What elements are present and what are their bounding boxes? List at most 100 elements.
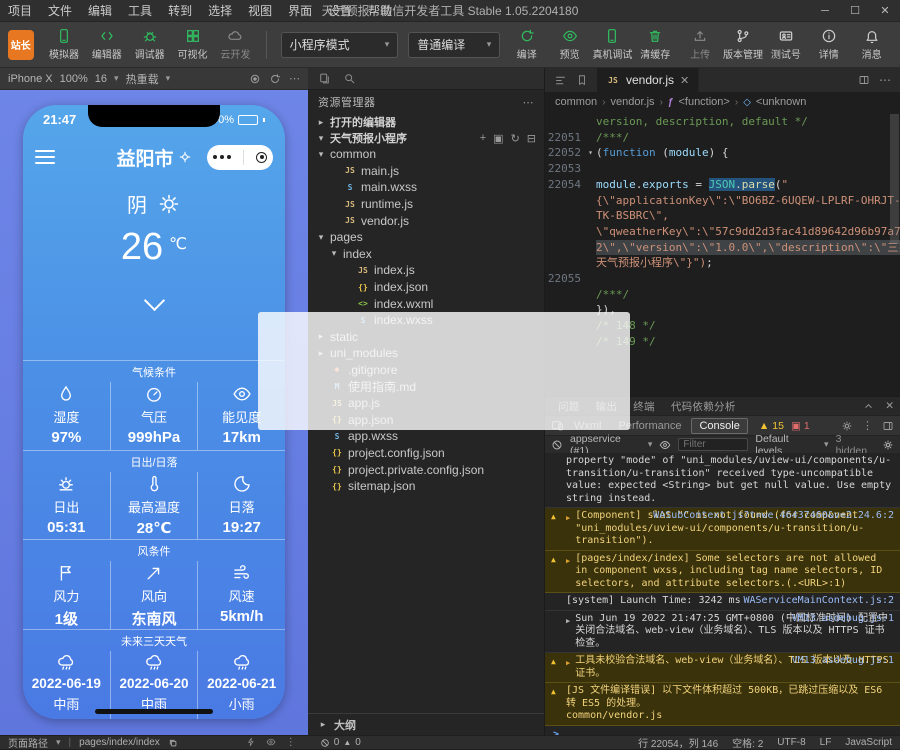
outline-header[interactable]: ▸ 大纲 — [308, 713, 544, 735]
tree-folder[interactable]: ▾common — [308, 146, 544, 163]
tree-item[interactable]: JSruntime.js — [308, 196, 544, 213]
debugger-panel-button[interactable]: 调试器 — [129, 28, 170, 61]
record-icon[interactable] — [249, 73, 261, 85]
gear-icon[interactable] — [882, 439, 894, 451]
dock-icon[interactable] — [882, 420, 894, 432]
zoom-select[interactable]: 100% — [60, 73, 88, 85]
split-editor-icon[interactable] — [858, 74, 870, 86]
source-link[interactable]: WAServiceMainContext.js:2 — [743, 595, 894, 608]
kebab-icon[interactable]: ⋮ — [862, 419, 873, 432]
account-avatar[interactable]: 站长 — [8, 30, 34, 60]
project-root[interactable]: ▾ 天气预报小程序 + ▣ ↻ ⊟ — [308, 130, 544, 146]
test-account-button[interactable]: 测试号 — [765, 28, 806, 61]
source-link[interactable]: VM13 asdebug.js:1 — [792, 613, 894, 626]
mode-select[interactable]: 小程序模式 ▾ — [281, 32, 399, 58]
tab-console[interactable]: Console — [691, 418, 747, 434]
menu-item[interactable]: 帮助 — [360, 2, 400, 19]
tree-folder[interactable]: ▾index — [308, 246, 544, 263]
language-mode[interactable]: JavaScript — [845, 737, 892, 748]
code-line[interactable]: /***/ — [545, 287, 900, 303]
console-message-warn[interactable]: ▲▶[Component] slot "" is not found (for … — [545, 508, 900, 551]
expand-caret-icon[interactable]: ▶ — [566, 613, 570, 651]
console-filter-input[interactable] — [678, 438, 748, 451]
breadcrumb[interactable]: common › vendor.js › ƒ <function> › ◇ <u… — [545, 92, 900, 112]
console-panel[interactable]: property "mode" of "uni_modules/uview-ui… — [545, 453, 900, 735]
maximize-button[interactable]: ☐ — [840, 0, 870, 22]
minimize-button[interactable]: ─ — [810, 0, 840, 22]
code-line[interactable]: 22052▾(function (module) { — [545, 145, 900, 161]
layout-icon[interactable] — [554, 74, 567, 87]
console-message-log[interactable]: ▶Sun Jun 19 2022 21:47:25 GMT+0800 (中国标准… — [545, 611, 900, 654]
menu-item[interactable]: 设置 — [320, 2, 360, 19]
code-line[interactable]: 22055 — [545, 271, 900, 287]
code-line[interactable]: TK-BSBRC\", — [545, 208, 900, 224]
close-icon[interactable]: ✕ — [680, 74, 689, 87]
close-button[interactable]: ✕ — [870, 0, 900, 22]
breadcrumb-item[interactable]: common — [555, 96, 597, 108]
problem-counts[interactable]: 0 ▲ 0 — [320, 737, 361, 748]
indentation[interactable]: 空格: 2 — [732, 735, 763, 750]
expand-caret-icon[interactable]: ▶ — [566, 655, 570, 680]
warning-count-badge[interactable]: ▲15 — [759, 420, 784, 432]
tree-item[interactable]: JSindex.js — [308, 262, 544, 279]
details-button[interactable]: 详情 — [808, 28, 849, 61]
code-line[interactable]: \"qweatherKey\":\"57c9dd2d3fac41d89642d9… — [545, 224, 900, 240]
menu-item[interactable]: 转到 — [160, 2, 200, 19]
menu-item[interactable]: 编辑 — [80, 2, 120, 19]
more-icon[interactable] — [213, 155, 231, 159]
code-line[interactable]: 天气预报小程序\"}"); — [545, 255, 900, 271]
refresh-icon[interactable]: ↻ — [511, 132, 520, 145]
tab-terminal[interactable]: 终端 — [626, 399, 662, 414]
code-line[interactable]: {\"applicationKey\":\"BO6BZ-6UQEW-LPLRF-… — [545, 193, 900, 209]
clear-console-icon[interactable] — [551, 439, 563, 451]
kebab-icon[interactable]: ⋮ — [286, 737, 296, 748]
city-title[interactable]: 益阳市 — [116, 144, 173, 171]
device-select[interactable]: iPhone X — [8, 73, 53, 85]
console-message-warn[interactable]: ▲[JS 文件编译错误] 以下文件体积超过 500KB，已跳过压缩以及 ES6 … — [545, 683, 900, 726]
tree-item[interactable]: JSmain.js — [308, 163, 544, 180]
tree-item[interactable]: <>index.wxml — [308, 295, 544, 312]
breadcrumb-item[interactable]: vendor.js — [611, 96, 655, 108]
hot-reload-toggle[interactable]: 热重载 — [126, 71, 159, 87]
clear-cache-button[interactable]: 清缓存 — [635, 28, 676, 61]
compile-button[interactable]: 编译 — [506, 28, 547, 61]
collapse-all-icon[interactable]: ⊟ — [527, 132, 536, 145]
search-icon[interactable] — [343, 72, 356, 85]
tree-item[interactable]: JSvendor.js — [308, 212, 544, 229]
real-device-debug-button[interactable]: 真机调试 — [592, 28, 633, 61]
console-message-log[interactable]: property "mode" of "uni_modules/uview-ui… — [545, 453, 900, 508]
eol[interactable]: LF — [820, 737, 832, 748]
tree-item[interactable]: {}index.json — [308, 279, 544, 296]
files-icon[interactable] — [318, 72, 331, 85]
new-file-icon[interactable]: + — [480, 132, 486, 145]
font-scale-select[interactable]: 16 — [95, 73, 107, 85]
code-line[interactable]: 2\",\"version\":\"1.0.0\",\"description\… — [545, 240, 900, 256]
console-prompt[interactable]: > — [545, 726, 900, 736]
breadcrumb-item[interactable]: <function> — [678, 96, 729, 108]
code-line[interactable]: version, description, default */ — [545, 114, 900, 130]
tree-item[interactable]: {}project.config.json — [308, 445, 544, 462]
code-line[interactable]: 22053 — [545, 161, 900, 177]
copy-icon[interactable] — [168, 738, 178, 748]
console-message-warn[interactable]: ▲▶工具未校验合法域名、web-view（业务域名）、TLS 版本以及 HTTP… — [545, 653, 900, 683]
chevron-up-icon[interactable] — [863, 401, 874, 412]
messages-button[interactable]: 消息 — [851, 28, 892, 61]
tree-item[interactable]: Smain.wxss — [308, 179, 544, 196]
new-folder-icon[interactable]: ▣ — [493, 132, 503, 145]
tree-folder[interactable]: ▾pages — [308, 229, 544, 246]
more-icon[interactable]: ⋯ — [523, 96, 535, 109]
menu-item[interactable]: 工具 — [120, 2, 160, 19]
expand-caret-icon[interactable]: ▶ — [566, 553, 570, 591]
visualization-panel-button[interactable]: 可视化 — [172, 28, 213, 61]
breadcrumb-item[interactable]: <unknown — [756, 96, 806, 108]
eye-icon[interactable] — [659, 439, 671, 451]
console-message-log[interactable]: [system] Launch Time: 3242 msWAServiceMa… — [545, 593, 900, 611]
menu-icon[interactable] — [35, 150, 55, 164]
menu-item[interactable]: 视图 — [240, 2, 280, 19]
encoding[interactable]: UTF-8 — [777, 737, 805, 748]
code-line[interactable]: 22051/***/ — [545, 130, 900, 146]
editor-panel-button[interactable]: 编辑器 — [86, 28, 127, 61]
tab-dependency-analysis[interactable]: 代码依赖分析 — [664, 399, 743, 414]
capsule-menu[interactable] — [207, 145, 273, 170]
tree-item[interactable]: {}project.private.config.json — [308, 461, 544, 478]
